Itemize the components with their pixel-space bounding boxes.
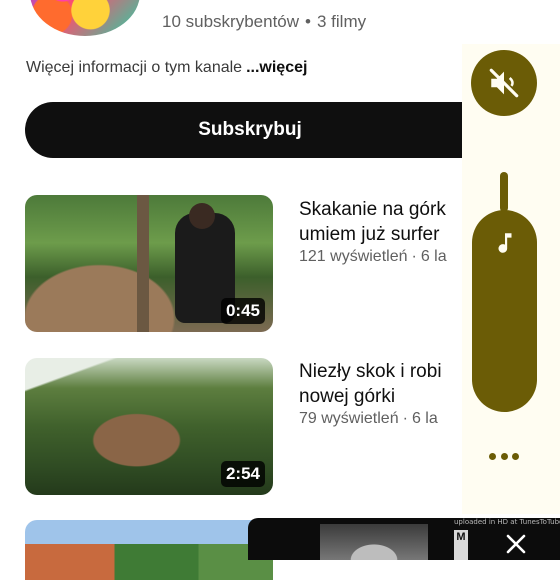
video-meta: 79 wyświetleń · 6 la: [299, 410, 438, 428]
mini-player-side-label: M: [454, 530, 468, 560]
video-title[interactable]: Skakanie na górk umiem już surfer: [299, 197, 446, 247]
subscriber-count: 10 subskrybentów: [162, 12, 300, 31]
mute-button[interactable]: [471, 50, 537, 116]
stats-separator: •: [305, 12, 311, 31]
more-link[interactable]: ...więcej: [246, 59, 307, 76]
more-dots-icon[interactable]: [489, 446, 519, 466]
music-note-icon: [498, 233, 511, 253]
volume-track[interactable]: [500, 172, 508, 212]
channel-description[interactable]: Więcej informacji o tym kanale ...więcej: [26, 59, 307, 77]
channel-avatar[interactable]: [30, 0, 140, 36]
video-duration: 0:45: [220, 298, 265, 324]
video-thumbnail[interactable]: 2:54: [25, 358, 273, 495]
dot: [489, 452, 496, 460]
watermark-text: uploaded in HD at TunesToTube.com: [454, 518, 560, 526]
video-thumbnail[interactable]: [25, 520, 273, 580]
video-age: 6 la: [420, 248, 447, 265]
view-count: 121 wyświetleń: [299, 248, 408, 265]
video-thumbnail[interactable]: 0:45: [25, 195, 273, 332]
meta-separator: ·: [411, 248, 417, 265]
mini-player[interactable]: uploaded in HD at TunesToTube.com M: [248, 518, 560, 560]
close-icon: [506, 534, 526, 554]
subscribe-button[interactable]: Subskrybuj: [25, 102, 495, 158]
video-title[interactable]: Niezły skok i robi nowej górki: [299, 359, 442, 409]
video-age: 6 la: [411, 410, 438, 427]
video-title-line: Skakanie na górk: [299, 199, 446, 220]
dot: [512, 452, 519, 460]
video-count: 3 filmy: [316, 12, 367, 31]
description-text: Więcej informacji o tym kanale: [26, 59, 243, 76]
speaker-muted-icon: [489, 68, 519, 98]
video-title-line: nowej górki: [299, 386, 396, 407]
video-title-line: umiem już surfer: [299, 224, 440, 245]
view-count: 79 wyświetleń: [299, 410, 399, 427]
close-button[interactable]: [500, 528, 532, 560]
dot: [500, 452, 508, 460]
video-duration: 2:54: [220, 461, 265, 487]
meta-separator: ·: [402, 410, 408, 427]
channel-stats: 10 subskrybentów • 3 filmy: [162, 12, 366, 32]
video-title-line: Niezły skok i robi: [299, 361, 442, 382]
mini-player-artwork: [320, 524, 428, 560]
video-meta: 121 wyświetleń · 6 la: [299, 248, 447, 266]
volume-slider[interactable]: [472, 210, 537, 412]
